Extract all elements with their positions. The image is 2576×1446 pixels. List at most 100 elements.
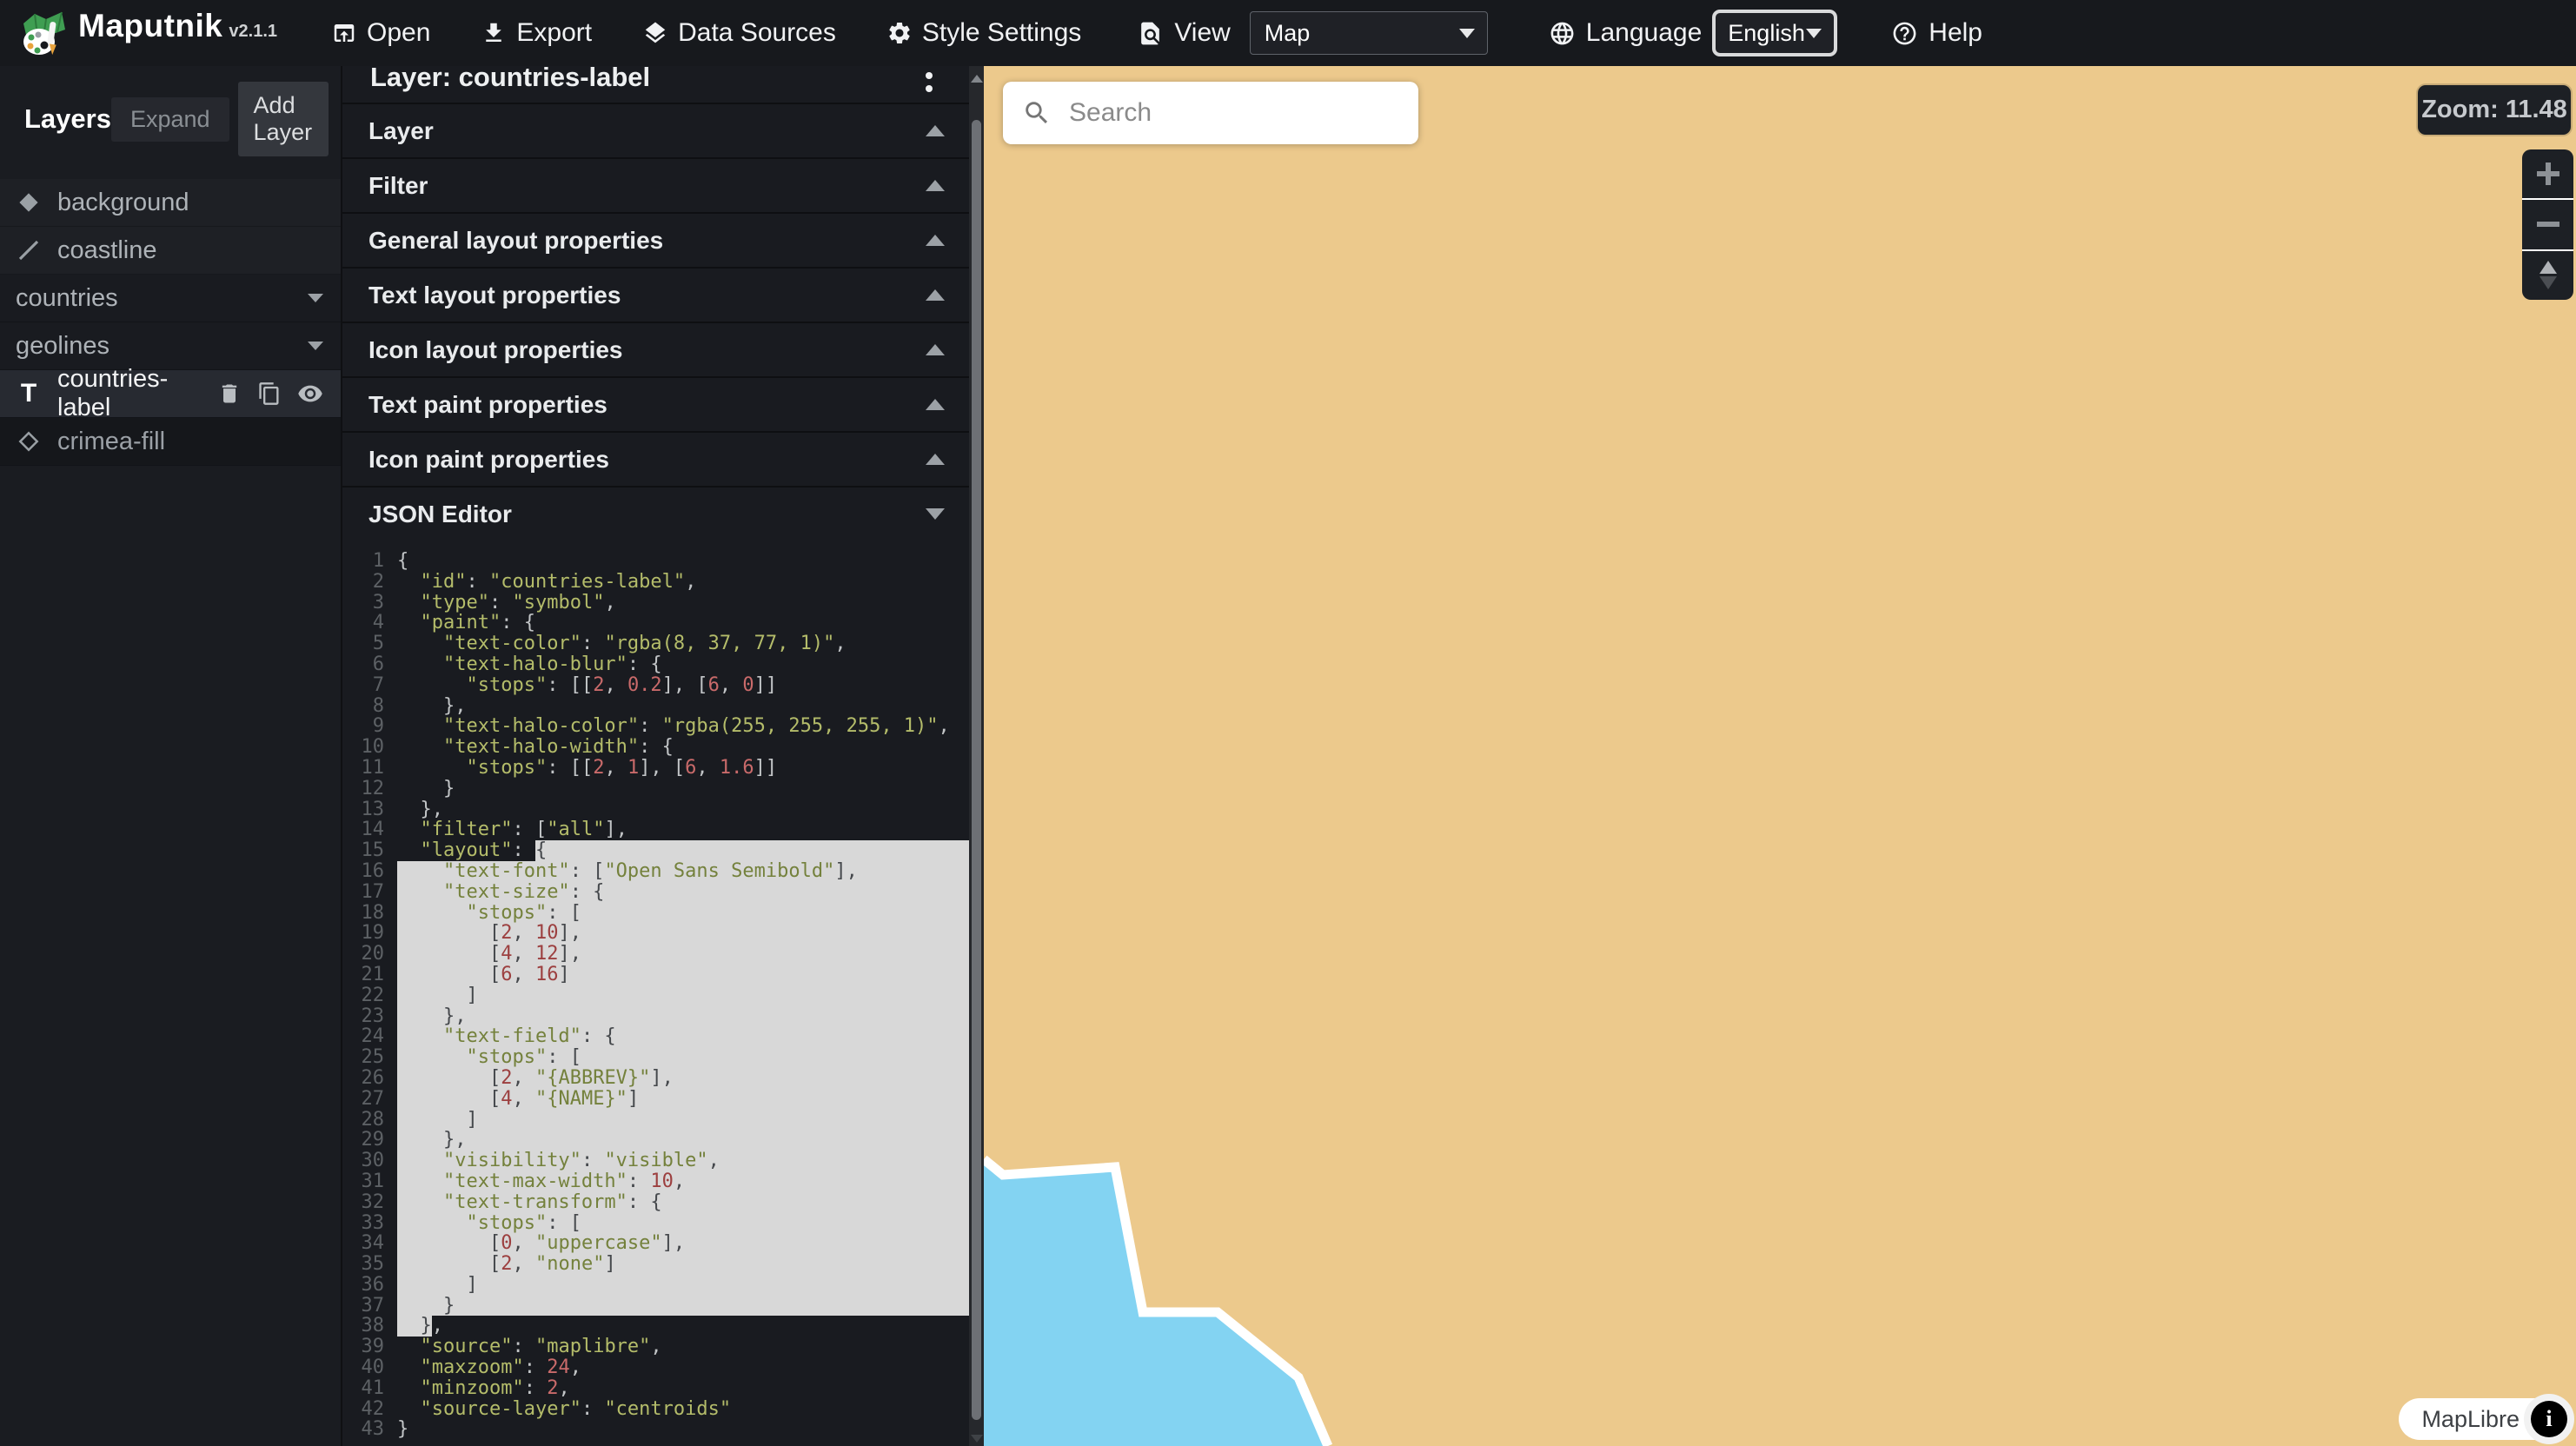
code-line: 35 [2, "none"]	[342, 1254, 971, 1275]
language-select-value: English	[1728, 20, 1805, 47]
diamond-filled-icon	[14, 188, 43, 217]
view-select[interactable]: Map	[1250, 11, 1488, 55]
section-json-editor[interactable]: JSON Editor	[342, 486, 971, 541]
scroll-up-arrow-icon[interactable]	[971, 75, 983, 83]
code-line: 42 "source-layer": "centroids"	[342, 1399, 971, 1420]
code-line: 23 },	[342, 1006, 971, 1027]
panel-scrollbar[interactable]	[969, 66, 984, 1446]
section-label: General layout properties	[368, 227, 926, 255]
code-line: 17 "text-size": {	[342, 882, 971, 903]
layer-item-coastline[interactable]: coastline	[0, 227, 341, 275]
language-label: Language	[1586, 18, 1702, 48]
menu-item-open[interactable]: Open	[331, 18, 430, 48]
zoom-out-button[interactable]	[2522, 200, 2573, 249]
layer-actions	[217, 381, 323, 407]
open-icon	[331, 20, 357, 46]
code-line: 25 "stops": [	[342, 1047, 971, 1068]
layer-item-countries-label[interactable]: Tcountries-label	[0, 370, 341, 418]
code-line: 36 ]	[342, 1275, 971, 1296]
section-text-paint-properties[interactable]: Text paint properties	[342, 376, 971, 431]
code-line: 31 "text-max-width": 10,	[342, 1171, 971, 1192]
brand: Maputnik v2.1.1	[17, 8, 277, 58]
zoom-level-badge: Zoom: 11.48	[2418, 85, 2571, 135]
section-text-layout-properties[interactable]: Text layout properties	[342, 267, 971, 322]
map-search-box	[1003, 82, 1418, 144]
layer-group-countries[interactable]: countries	[0, 275, 341, 322]
view-label: View	[1174, 18, 1230, 48]
code-line: 13 },	[342, 799, 971, 820]
search-icon	[1022, 98, 1052, 128]
chevron-down-icon	[1806, 29, 1822, 38]
section-label: Icon layout properties	[368, 336, 926, 364]
section-layer[interactable]: Layer	[342, 103, 971, 157]
code-line: 28 ]	[342, 1110, 971, 1131]
layer-item-crimea-fill[interactable]: crimea-fill	[0, 418, 341, 466]
layer-label: crimea-fill	[57, 428, 165, 456]
section-label: Icon paint properties	[368, 446, 926, 474]
editor-sections: Layer Filter General layout properties Text…	[342, 103, 971, 541]
zoom-in-button[interactable]	[2522, 149, 2573, 198]
code-line: 24 "text-field": {	[342, 1026, 971, 1047]
section-label: Filter	[368, 172, 926, 200]
menu-item-style-settings[interactable]: Style Settings	[886, 18, 1081, 48]
map-canvas[interactable]: Zoom: 11.48 MapLibre i	[984, 66, 2576, 1446]
layer-group-geolines[interactable]: geolines	[0, 322, 341, 370]
chevron-up-icon	[926, 454, 945, 465]
menu-item-export[interactable]: Export	[481, 18, 592, 48]
style-settings-icon	[886, 20, 913, 46]
app-version: v2.1.1	[229, 22, 277, 42]
json-editor[interactable]: 1{2 "id": "countries-label",3 "type": "s…	[342, 551, 971, 1446]
layer-editor-title: Layer: countries-label	[370, 66, 650, 93]
code-line: 38 },	[342, 1316, 971, 1337]
layer-label: countries-label	[57, 365, 217, 422]
map-controls	[2522, 149, 2573, 300]
layer-label: countries	[16, 284, 308, 313]
code-line: 10 "text-halo-width": {	[342, 737, 971, 758]
code-line: 32 "text-transform": {	[342, 1192, 971, 1213]
section-filter[interactable]: Filter	[342, 157, 971, 212]
layer-item-background[interactable]: background	[0, 179, 341, 227]
code-line: 29 },	[342, 1130, 971, 1151]
layer-list: background coastline countries geolinesTcou…	[0, 179, 341, 466]
section-general-layout-properties[interactable]: General layout properties	[342, 212, 971, 267]
data-sources-icon	[642, 20, 668, 46]
code-line: 26 [2, "{ABBREV}"],	[342, 1068, 971, 1089]
chevron-down-icon[interactable]	[308, 294, 323, 302]
section-icon-layout-properties[interactable]: Icon layout properties	[342, 322, 971, 376]
trash-icon[interactable]	[217, 381, 242, 406]
menu-item-data-sources[interactable]: Data Sources	[642, 18, 836, 48]
section-label: JSON Editor	[368, 501, 926, 528]
map-attribution: MapLibre i	[2399, 1398, 2570, 1440]
kebab-menu-icon[interactable]	[926, 66, 933, 92]
code-line: 41 "minzoom": 2,	[342, 1378, 971, 1399]
chevron-down-icon[interactable]	[308, 342, 323, 350]
section-icon-paint-properties[interactable]: Icon paint properties	[342, 431, 971, 486]
eye-icon[interactable]	[297, 381, 323, 407]
search-input[interactable]	[1067, 97, 1401, 129]
language-select[interactable]: English	[1712, 10, 1837, 56]
chevron-up-icon	[926, 180, 945, 191]
help-icon	[1891, 20, 1918, 47]
diamond-outline-icon	[14, 427, 43, 456]
help-button[interactable]: Help	[1891, 18, 1982, 48]
minus-icon	[2537, 222, 2559, 227]
menu-item-label: Style Settings	[922, 18, 1081, 48]
scrollbar-thumb[interactable]	[972, 120, 981, 1420]
code-line: 37 }	[342, 1296, 971, 1317]
compass-reset-button[interactable]	[2522, 251, 2573, 300]
add-layer-button[interactable]: Add Layer	[238, 82, 329, 156]
chevron-up-icon	[926, 289, 945, 301]
attribution-info: i	[2524, 1394, 2574, 1444]
code-line: 12 }	[342, 779, 971, 799]
globe-icon	[1549, 20, 1576, 47]
scroll-down-arrow-icon[interactable]	[971, 1435, 983, 1443]
code-line: 19 [2, 10],	[342, 923, 971, 944]
layers-title: Layers	[24, 103, 111, 135]
plus-icon	[2537, 163, 2559, 185]
info-icon[interactable]: i	[2531, 1401, 2567, 1437]
line-icon	[14, 235, 43, 265]
layer-label: coastline	[57, 236, 156, 265]
duplicate-icon[interactable]	[257, 381, 282, 406]
expand-button[interactable]: Expand	[111, 97, 229, 142]
menu-item-label: Open	[367, 18, 430, 48]
